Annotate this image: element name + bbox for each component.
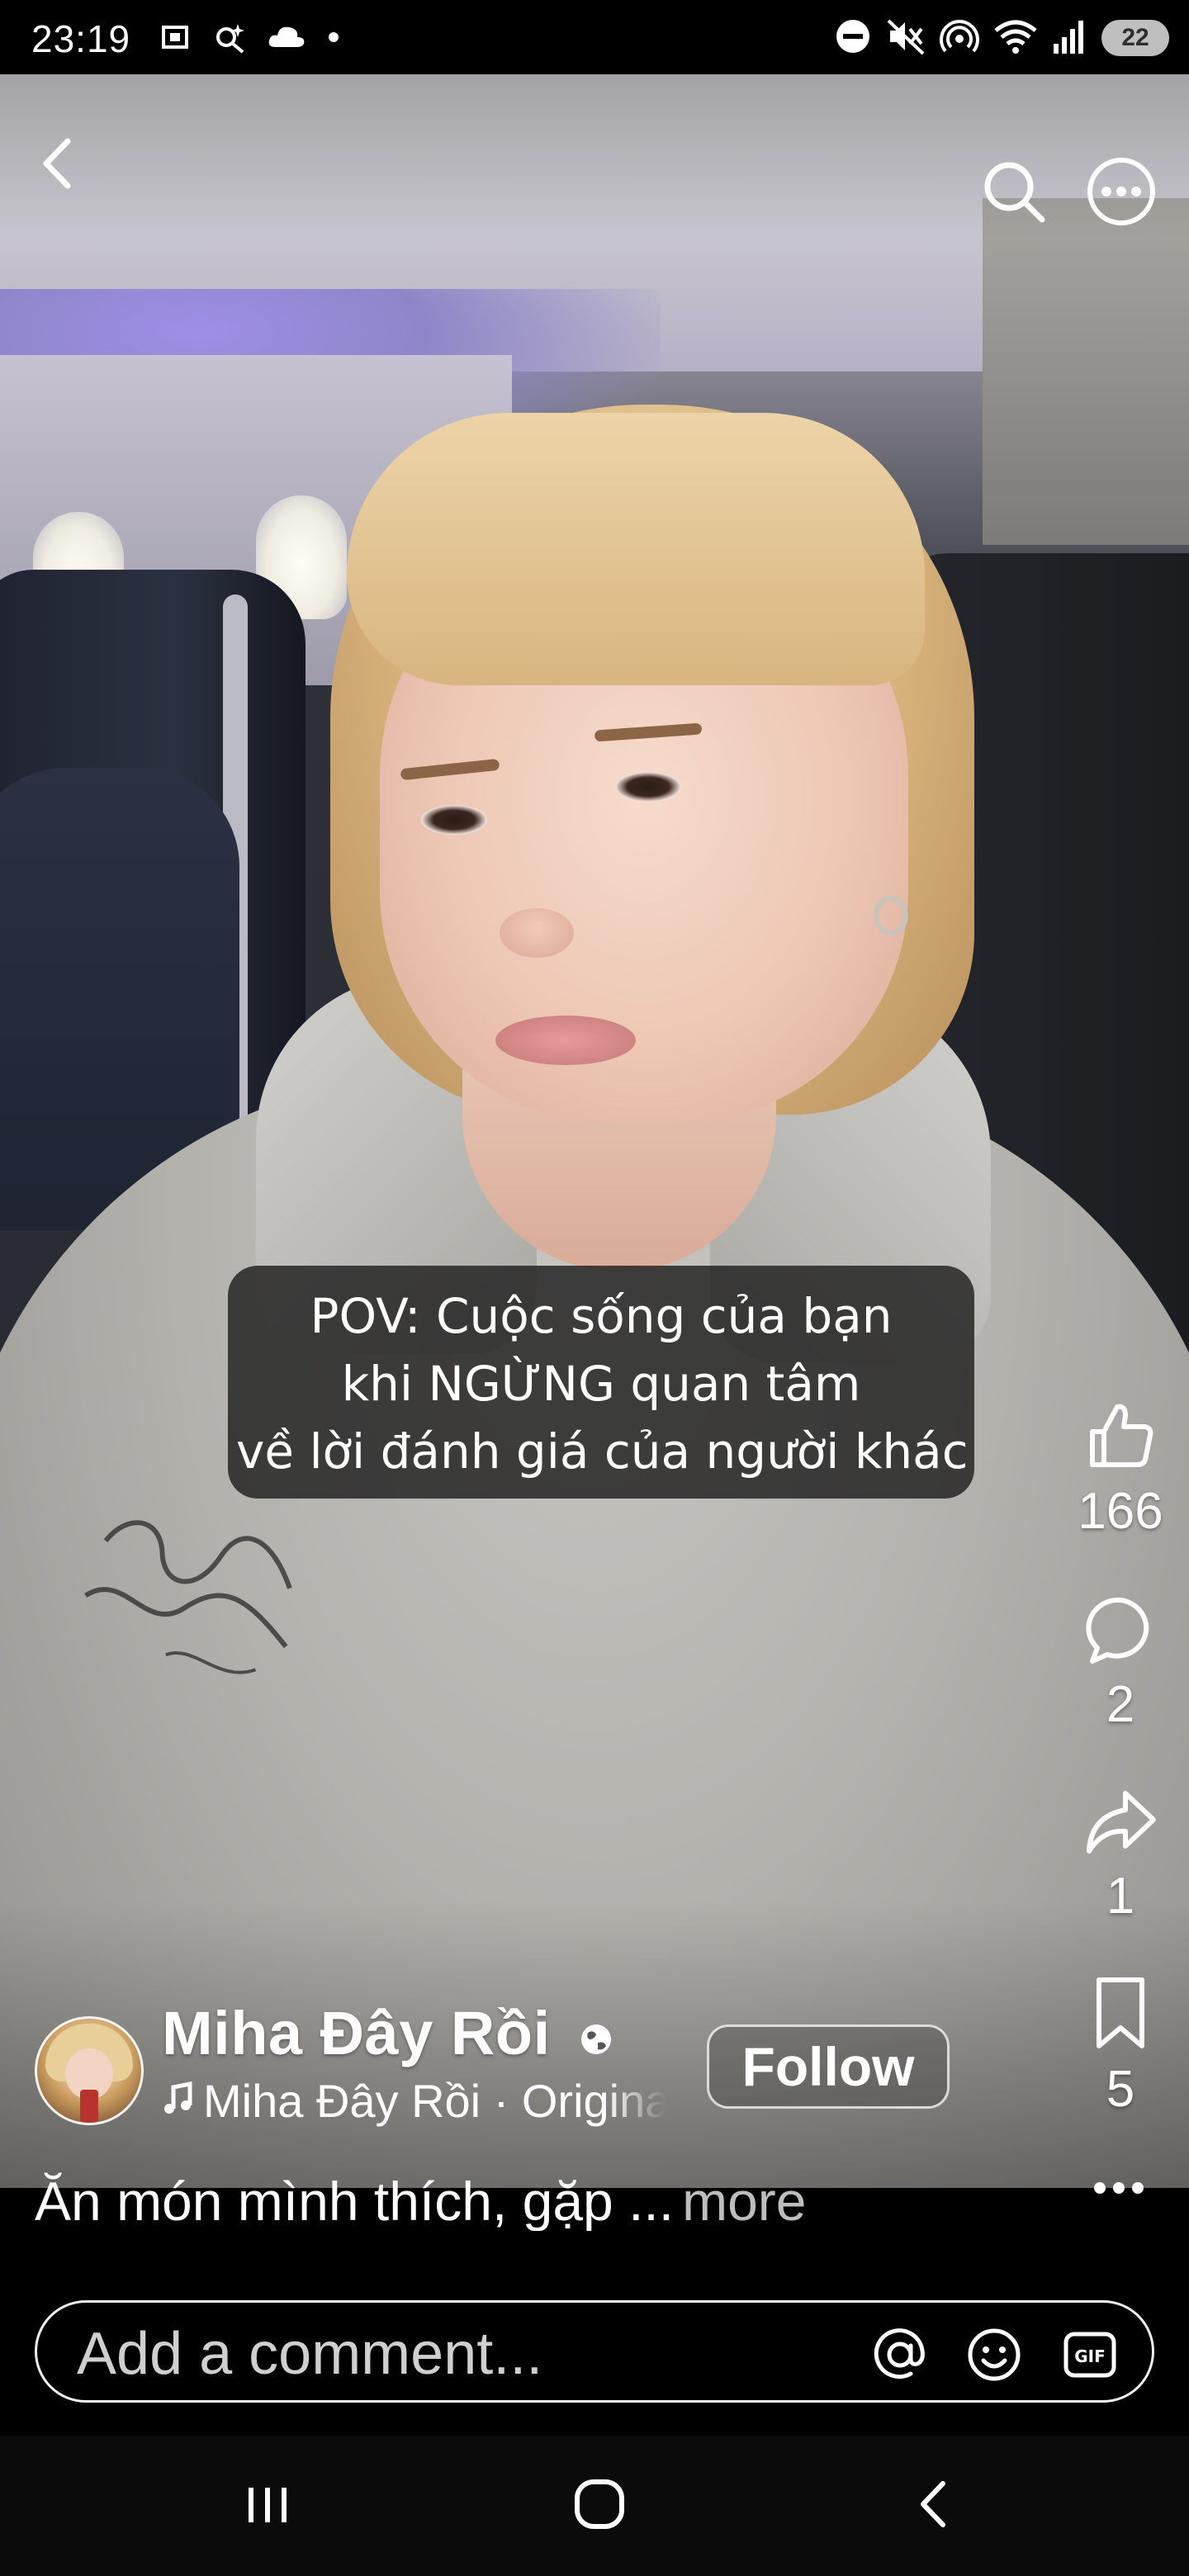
status-icons-right: 22 (834, 18, 1169, 58)
comment-input[interactable]: Add a comment... GIF (35, 2300, 1154, 2403)
cabin-panel (983, 198, 1189, 545)
avatar-cup (80, 2090, 98, 2123)
like-count: 166 (1078, 1483, 1163, 1540)
comment-placeholder: Add a comment... (77, 2321, 543, 2387)
status-icons-left (157, 20, 342, 58)
nav-back-button[interactable] (893, 2469, 976, 2543)
save-button[interactable]: 5 (1067, 1973, 1174, 2119)
gif-icon[interactable]: GIF (1061, 2326, 1119, 2384)
recents-button[interactable] (226, 2469, 309, 2543)
audio-track[interactable]: Miha Đây Rồi · Original audio (162, 2074, 666, 2132)
globe-icon (578, 2021, 614, 2062)
eye (615, 772, 681, 802)
more-options-button[interactable] (1085, 157, 1158, 230)
music-note-icon (162, 2081, 195, 2127)
screenshot-icon (157, 19, 193, 59)
comment-count: 2 (1106, 1676, 1135, 1733)
magic-icon (211, 19, 248, 59)
save-count: 5 (1106, 2061, 1135, 2118)
signal-icon (1052, 17, 1088, 59)
comment-button[interactable]: 2 (1067, 1592, 1174, 1735)
back-icon (910, 2475, 959, 2537)
back-icon (33, 135, 83, 197)
status-time: 23:19 (31, 17, 131, 60)
follow-button[interactable]: Follow (707, 2024, 950, 2109)
search-icon (979, 157, 1049, 230)
more-icon (1085, 155, 1158, 232)
audio-label: Miha Đây Rồi · Original audio (203, 2075, 666, 2127)
svg-text:GIF: GIF (1074, 2346, 1106, 2366)
wifi-icon (992, 17, 1039, 59)
mention-icon[interactable] (871, 2326, 929, 2384)
do-not-disturb-icon (834, 17, 872, 59)
bookmark-icon (1087, 1973, 1153, 2057)
author-name[interactable]: Miha Đây Rồi (162, 1998, 551, 2068)
caption-line: POV: Cuộc sống của bạn (310, 1288, 893, 1344)
reel-video[interactable] (0, 0, 1189, 2188)
mute-icon (885, 17, 926, 59)
reel-screen: 23:19 22 POV: Cuộc sống của bạn khi NGỪN… (0, 0, 1189, 2576)
like-icon (1081, 1395, 1160, 1479)
search-button[interactable] (978, 157, 1050, 230)
recents-icon (239, 2479, 296, 2533)
author-avatar[interactable] (35, 2016, 144, 2125)
cloud-icon (266, 19, 307, 59)
share-icon (1082, 1783, 1158, 1863)
more-dots-icon[interactable] (1090, 2178, 1148, 2207)
fringe (347, 413, 925, 685)
lips (495, 1016, 636, 1065)
like-button[interactable]: 166 (1067, 1395, 1174, 1541)
nose (500, 908, 574, 958)
hotspot-icon (940, 17, 979, 59)
see-more-link[interactable]: more (682, 2171, 806, 2231)
earring (874, 896, 908, 935)
home-icon (571, 2475, 628, 2537)
battery-indicator: 22 (1101, 20, 1169, 56)
status-bar: 23:19 22 (0, 0, 1189, 74)
comment-icon (1082, 1592, 1158, 1672)
back-button[interactable] (25, 132, 91, 198)
caption-line: về lời đánh giá của người khác (236, 1423, 969, 1480)
video-caption-overlay: POV: Cuộc sống của bạn khi NGỪNG quan tâ… (228, 1266, 974, 1499)
description-text: Ăn món mình thích, gặp ... (35, 2171, 675, 2231)
share-count: 1 (1106, 1868, 1135, 1925)
eye (421, 805, 487, 835)
share-button[interactable]: 1 (1067, 1783, 1174, 1926)
system-navigation-bar (0, 2436, 1189, 2576)
caption-line: khi NGỪNG quan tâm (341, 1356, 861, 1412)
dot-icon (325, 19, 342, 59)
post-description[interactable]: Ăn món mình thích, gặp ... more (35, 2171, 1026, 2231)
emoji-icon[interactable] (965, 2326, 1023, 2384)
home-button[interactable] (558, 2469, 641, 2543)
